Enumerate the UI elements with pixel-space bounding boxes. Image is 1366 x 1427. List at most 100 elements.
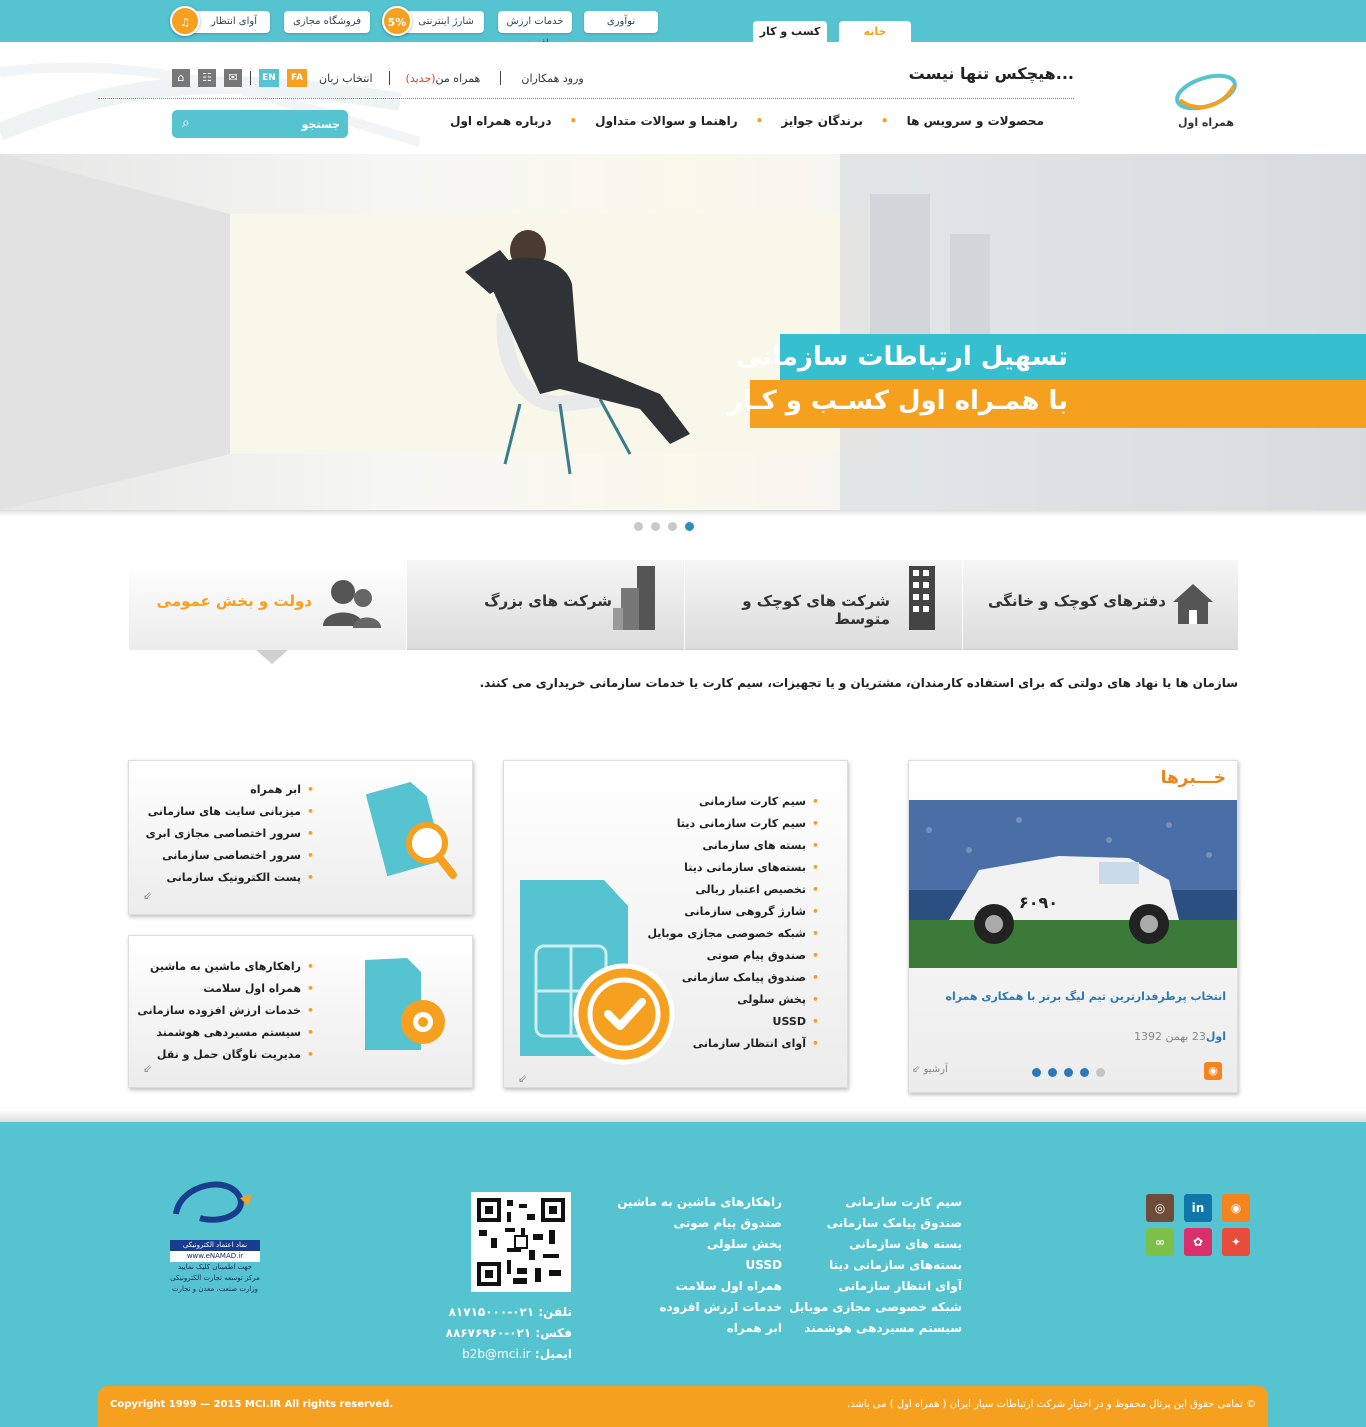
building-icon <box>909 566 935 630</box>
footer-link[interactable]: بسته های سازمانی <box>789 1234 962 1255</box>
slider-dot[interactable] <box>651 522 660 531</box>
fax-row: فکس: ۰۲۱-۸۸۶۷۶۹۶۰ <box>440 1323 572 1344</box>
pinwheel-icon[interactable]: ✦ <box>1222 1228 1250 1256</box>
phone-value: ۰۲۱-۸۱۷۱۵۰۰۰ <box>448 1305 535 1319</box>
list-item[interactable]: پست الکترونیک سازمانی <box>146 867 314 889</box>
nav-help[interactable]: راهنما و سوالات متداول <box>595 114 737 128</box>
mail-icon[interactable]: ✉ <box>224 69 242 87</box>
slider-dot-active[interactable] <box>685 522 694 531</box>
aparat-like-icon[interactable]: ∞ <box>1146 1228 1174 1256</box>
separator <box>388 71 390 85</box>
list-item[interactable]: میزبانی سایت های سازمانی <box>146 801 314 823</box>
link-innovation[interactable]: نوآوری <box>584 11 658 33</box>
footer-link[interactable]: بسته‌های سازمانی دیتا <box>789 1255 962 1276</box>
tab-home[interactable]: خانه <box>839 21 911 42</box>
nav-winners[interactable]: برندگان جوایز <box>781 114 863 128</box>
news-headline-tail[interactable]: اول <box>1206 1030 1226 1043</box>
list-item[interactable]: سیستم مسیردهی هوشمند <box>137 1022 314 1044</box>
archive-icon: ⇙ <box>912 1064 921 1075</box>
sitemap-icon[interactable]: ☷ <box>198 69 216 87</box>
tab-large-companies[interactable]: شرکت های بزرگ <box>406 560 684 650</box>
expand-icon[interactable]: ⇙ <box>143 1062 152 1075</box>
people-icon <box>323 580 381 628</box>
qr-code[interactable] <box>471 1192 571 1292</box>
footer-link[interactable]: سیستم مسیردهی هوشمند <box>789 1318 962 1339</box>
lang-label: انتخاب زبان <box>319 71 373 85</box>
percent-icon[interactable]: 5% <box>382 6 412 36</box>
list-item[interactable]: سرور اختصاصی مجازی ابری <box>146 823 314 845</box>
phone-row: تلفن: ۰۲۱-۸۱۷۱۵۰۰۰ <box>440 1302 572 1323</box>
email-link[interactable]: b2b@mci.ir <box>462 1347 531 1361</box>
list-item[interactable]: بسته های سازمانی <box>647 835 819 857</box>
fax-value: ۰۲۱-۸۸۶۷۶۹۶۰ <box>445 1326 532 1340</box>
hero-banner[interactable]: تسهیل ارتباطات سازمانی با همـراه اول کسـ… <box>0 154 1366 510</box>
logo[interactable]: همراه اول <box>1166 56 1242 140</box>
login-link[interactable]: ورود همکاران <box>521 72 583 85</box>
house-icon <box>1173 584 1213 624</box>
expand-icon[interactable]: ⇙ <box>518 1072 527 1085</box>
expand-icon[interactable]: ⇙ <box>143 889 152 902</box>
list-item[interactable]: همراه اول سلامت <box>137 978 314 1000</box>
lang-fa-button[interactable]: FA <box>287 69 307 87</box>
copyright-bar: Copyright 1999 — 2015 MCI.IR All rights … <box>98 1386 1268 1427</box>
separator <box>500 71 502 85</box>
news-dot[interactable] <box>1048 1068 1057 1077</box>
active-tab-pointer <box>256 650 288 664</box>
tab-soho[interactable]: دفترهای کوچک و خانگی <box>962 560 1238 650</box>
my-hamrah-link[interactable]: همراه من(جدید) <box>406 72 481 85</box>
film-reel-icon[interactable]: ✿ <box>1184 1228 1212 1256</box>
search-input[interactable] <box>210 114 340 134</box>
list-item[interactable]: سرور اختصاصی سازمانی <box>146 845 314 867</box>
slider-dot[interactable] <box>668 522 677 531</box>
search-icon[interactable]: ⌕ <box>182 115 190 131</box>
news-dot-active[interactable] <box>1096 1068 1105 1077</box>
news-photo: ۶۰۹۰ <box>909 800 1237 968</box>
footer-link[interactable]: راهکارهای ماشین به ماشین <box>617 1192 782 1213</box>
tab-government-label: دولت و بخش عمومی <box>156 592 312 610</box>
fax-label: فکس: <box>535 1326 572 1340</box>
tab-business[interactable]: کسب و کار <box>753 21 827 42</box>
list-item[interactable]: سیم کارت سازمانی دیتا <box>647 813 819 835</box>
footer-link[interactable]: پخش سلولی <box>617 1234 782 1255</box>
archive-link[interactable]: ⇙ آرشیو <box>912 1064 948 1075</box>
tab-sme[interactable]: شرکت های کوچک و متوسط <box>684 560 962 650</box>
footer-link[interactable]: شبکه خصوصی مجازی موبایل <box>789 1297 962 1318</box>
footer-link[interactable]: صندوق پیامک سازمانی <box>789 1213 962 1234</box>
music-note-icon[interactable]: ♫ <box>170 6 200 36</box>
tab-government[interactable]: دولت و بخش عمومی <box>128 560 406 650</box>
footer-link[interactable]: ابر همراه <box>617 1318 782 1339</box>
list-item[interactable]: سیم کارت سازمانی <box>647 791 819 813</box>
news-image[interactable]: ۶۰۹۰ <box>909 800 1237 968</box>
instagram-icon[interactable]: ◎ <box>1146 1194 1174 1222</box>
link-virtual-store[interactable]: فروشگاه مجازی <box>284 11 370 33</box>
footer-link[interactable]: صندوق پیام صوتی <box>617 1213 782 1234</box>
enamad-line: جهت اطمینان کلیک نمایید <box>177 1263 253 1271</box>
footer-link[interactable]: همراه اول سلامت <box>617 1276 782 1297</box>
rss-feed-icon[interactable]: ◉ <box>1222 1194 1250 1222</box>
rss-icon[interactable]: ◉ <box>1204 1062 1222 1080</box>
nav-products[interactable]: محصولات و سرویس ها <box>907 114 1044 128</box>
enamad-badge[interactable]: نماد اعتماد الکترونیکی www.eNAMAD.ir جهت… <box>170 1174 260 1314</box>
nav-about[interactable]: درباره همراه اول <box>450 114 551 128</box>
home-icon[interactable]: ⌂ <box>172 69 190 87</box>
news-dot[interactable] <box>1080 1068 1089 1077</box>
footer-link[interactable]: آوای انتظار سازمانی <box>789 1276 962 1297</box>
news-headline-link[interactable]: انتخاب پرطرفدارترین تیم لیگ برتر با همکا… <box>945 990 1226 1003</box>
tab-large-label: شرکت های بزرگ <box>484 592 612 610</box>
top-bar: نوآوری خدمات ارزش افزوده شارژ اینترنتی 5… <box>0 0 1366 49</box>
search-box: ⌕ <box>172 110 348 138</box>
list-item[interactable]: مدیریت ناوگان حمل و نقل <box>137 1044 314 1066</box>
list-item[interactable]: راهکارهای ماشین به ماشین <box>137 956 314 978</box>
list-item[interactable]: ابر همراه <box>146 779 314 801</box>
list-item[interactable]: خدمات ارزش افزوده سازمانی <box>137 1000 314 1022</box>
news-dot[interactable] <box>1064 1068 1073 1077</box>
footer-link[interactable]: USSD <box>617 1255 782 1276</box>
sim-search-icon <box>365 782 457 879</box>
lang-en-button[interactable]: EN <box>259 69 279 87</box>
news-dot[interactable] <box>1032 1068 1041 1077</box>
slider-dot[interactable] <box>634 522 643 531</box>
linkedin-icon[interactable]: in <box>1184 1194 1212 1222</box>
footer-link[interactable]: سیم کارت سازمانی <box>789 1192 962 1213</box>
footer-link[interactable]: خدمات ارزش افزوده <box>617 1297 782 1318</box>
link-vas[interactable]: خدمات ارزش افزوده <box>498 11 572 49</box>
